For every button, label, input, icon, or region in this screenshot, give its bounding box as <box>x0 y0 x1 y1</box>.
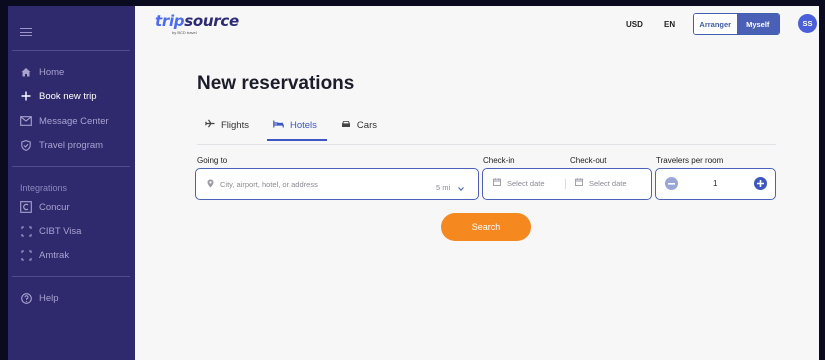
page-title: New reservations <box>197 73 355 94</box>
tab-label: Hotels <box>289 119 317 131</box>
sidebar-item-home[interactable]: Home <box>20 65 64 79</box>
role-toggle: Arranger Myself <box>693 13 780 35</box>
language-selector[interactable]: EN <box>664 20 675 29</box>
sidebar-item-message-center[interactable]: Message Center <box>20 114 109 128</box>
checkin-label: Check-in <box>483 156 515 165</box>
travelers-count: 1 <box>713 179 718 188</box>
plus-icon <box>20 90 32 102</box>
sidebar-item-label: Amtrak <box>39 249 70 261</box>
bracket-icon <box>20 225 32 237</box>
decrement-button[interactable] <box>665 177 678 190</box>
main-content: tripsource by BCD travel USD EN Arranger… <box>135 6 819 360</box>
myself-toggle-button[interactable]: Myself <box>736 14 779 34</box>
calendar-icon <box>493 178 501 188</box>
sidebar-item-label: CIBT Visa <box>39 225 82 237</box>
sidebar-item-label: Concur <box>39 201 70 213</box>
date-range-field: Select date Select date <box>482 168 652 200</box>
tab-label: Flights <box>221 119 249 131</box>
avatar[interactable]: SS <box>798 14 817 33</box>
sidebar-divider <box>12 50 130 51</box>
checkout-label: Check-out <box>570 156 607 165</box>
destination-placeholder: City, airport, hotel, or address <box>220 179 318 189</box>
plus-icon <box>757 180 764 187</box>
sidebar-item-label: Message Center <box>39 115 109 127</box>
travelers-stepper: 1 <box>655 168 776 200</box>
tabs-divider <box>197 144 776 145</box>
integrations-heading: Integrations <box>20 183 68 193</box>
chevron-down-icon <box>458 178 465 196</box>
arranger-toggle-button[interactable]: Arranger <box>694 14 737 34</box>
logo-subtitle: by BCD travel <box>172 30 197 35</box>
bracket-icon <box>20 249 32 261</box>
increment-button[interactable] <box>754 177 767 190</box>
reservation-tabs: Flights Hotels Cars <box>204 118 401 141</box>
destination-field[interactable]: City, airport, hotel, or address 5 mi <box>195 168 479 200</box>
plane-icon <box>204 119 215 131</box>
tab-label: Cars <box>356 119 377 131</box>
checkin-placeholder: Select date <box>507 178 545 188</box>
location-pin-icon <box>207 179 214 190</box>
sidebar-item-help[interactable]: Help <box>20 291 59 305</box>
sidebar-item-amtrak[interactable]: Amtrak <box>20 248 69 262</box>
logo-trip-text: trip <box>155 12 185 30</box>
sidebar-item-book-new-trip[interactable]: Book new trip <box>20 89 97 103</box>
calendar-icon <box>575 178 583 188</box>
tab-flights[interactable]: Flights <box>204 118 249 132</box>
sidebar-item-label: Help <box>39 292 59 304</box>
mail-icon <box>20 115 32 127</box>
checkout-date-input[interactable]: Select date <box>575 178 627 188</box>
radius-dropdown[interactable]: 5 mi <box>436 178 465 196</box>
sidebar-divider <box>12 276 130 277</box>
tripsource-logo[interactable]: tripsource <box>155 12 239 30</box>
sidebar-item-cibt-visa[interactable]: CIBT Visa <box>20 224 81 238</box>
help-icon <box>20 292 32 304</box>
radius-value: 5 mi <box>436 182 451 192</box>
sidebar-item-label: Book new trip <box>39 90 97 102</box>
currency-selector[interactable]: USD <box>626 20 643 29</box>
tab-hotels[interactable]: Hotels <box>266 118 327 141</box>
sidebar: Home Book new trip Message Center Travel… <box>8 6 135 360</box>
sidebar-item-label: Travel program <box>39 139 104 151</box>
checkin-date-input[interactable]: Select date <box>493 178 545 188</box>
concur-icon <box>20 201 32 213</box>
home-icon <box>20 66 32 78</box>
date-divider <box>565 179 566 189</box>
checkout-placeholder: Select date <box>589 178 627 188</box>
minus-icon <box>668 182 675 185</box>
sidebar-item-concur[interactable]: Concur <box>20 200 70 214</box>
search-button[interactable]: Search <box>441 213 531 241</box>
logo-source-text: source <box>184 12 239 30</box>
hamburger-menu-icon[interactable] <box>20 28 32 36</box>
travelers-label: Travelers per room <box>656 156 724 165</box>
car-icon <box>341 120 351 131</box>
tab-cars[interactable]: Cars <box>341 118 377 132</box>
sidebar-item-label: Home <box>39 66 65 78</box>
going-to-label: Going to <box>197 156 228 165</box>
sidebar-item-travel-program[interactable]: Travel program <box>20 138 103 152</box>
shield-icon <box>20 139 32 151</box>
bed-icon <box>273 120 284 131</box>
sidebar-divider <box>12 166 130 167</box>
